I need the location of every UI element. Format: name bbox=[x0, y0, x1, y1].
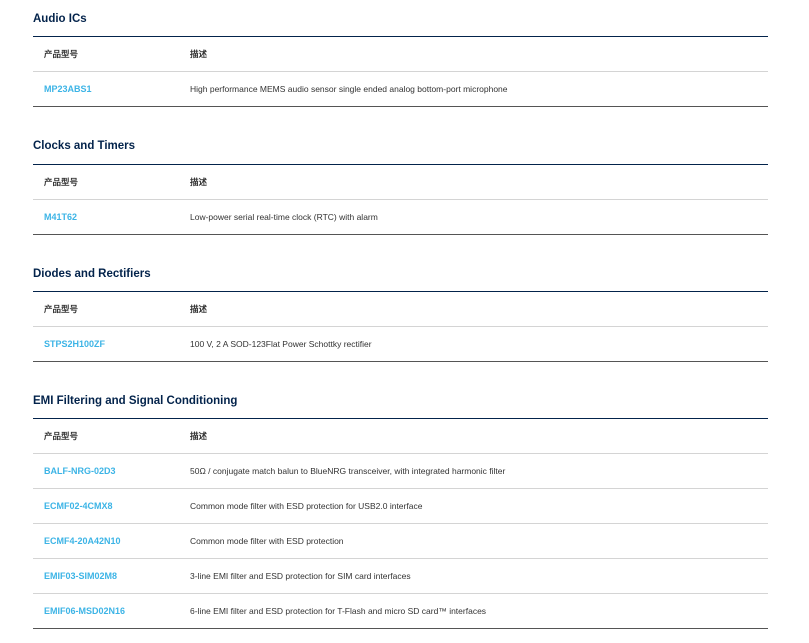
part-number-link[interactable]: BALF-NRG-02D3 bbox=[44, 454, 116, 488]
column-header-part-number: 产品型号 bbox=[44, 304, 79, 314]
table-header-row: 产品型号 描述 bbox=[33, 419, 768, 454]
part-number-link[interactable]: M41T62 bbox=[44, 200, 77, 234]
section-audio-ics: Audio ICs 产品型号 描述 MP23ABS1 High performa… bbox=[33, 11, 768, 107]
section-title: EMI Filtering and Signal Conditioning bbox=[33, 395, 238, 407]
section-title: Audio ICs bbox=[33, 13, 87, 25]
column-header-part-number: 产品型号 bbox=[44, 177, 79, 187]
table-row: M41T62 Low-power serial real-time clock … bbox=[33, 200, 768, 235]
column-header-description: 描述 bbox=[190, 304, 208, 314]
section-emi-filtering: EMI Filtering and Signal Conditioning 产品… bbox=[33, 393, 768, 629]
column-header-part-number: 产品型号 bbox=[44, 431, 79, 441]
part-number-link[interactable]: STPS2H100ZF bbox=[44, 327, 105, 361]
product-table: 产品型号 描述 M41T62 Low-power serial real-tim… bbox=[33, 164, 768, 235]
column-header-part-number: 产品型号 bbox=[44, 49, 79, 59]
part-description: Common mode filter with ESD protection bbox=[190, 536, 344, 546]
part-number-link[interactable]: EMIF03-SIM02M8 bbox=[44, 559, 117, 593]
product-table: 产品型号 描述 BALF-NRG-02D3 50Ω / conjugate ma… bbox=[33, 418, 768, 629]
product-table: 产品型号 描述 MP23ABS1 High performance MEMS a… bbox=[33, 36, 768, 107]
table-row: ECMF02-4CMX8 Common mode filter with ESD… bbox=[33, 489, 768, 524]
product-table: 产品型号 描述 STPS2H100ZF 100 V, 2 A SOD-123Fl… bbox=[33, 291, 768, 362]
column-header-description: 描述 bbox=[190, 431, 208, 441]
section-diodes-and-rectifiers: Diodes and Rectifiers 产品型号 描述 STPS2H100Z… bbox=[33, 266, 768, 362]
part-description: 50Ω / conjugate match balun to BlueNRG t… bbox=[190, 466, 506, 476]
section-clocks-and-timers: Clocks and Timers 产品型号 描述 M41T62 Low-pow… bbox=[33, 138, 768, 235]
table-header-row: 产品型号 描述 bbox=[33, 37, 768, 72]
column-header-description: 描述 bbox=[190, 49, 208, 59]
part-description: 100 V, 2 A SOD-123Flat Power Schottky re… bbox=[190, 339, 372, 349]
section-title: Diodes and Rectifiers bbox=[33, 268, 151, 280]
part-description: 6-line EMI filter and ESD protection for… bbox=[190, 606, 487, 616]
table-row: EMIF03-SIM02M8 3-line EMI filter and ESD… bbox=[33, 559, 768, 594]
table-row: STPS2H100ZF 100 V, 2 A SOD-123Flat Power… bbox=[33, 327, 768, 362]
part-description: High performance MEMS audio sensor singl… bbox=[190, 84, 508, 94]
part-description: Low-power serial real-time clock (RTC) w… bbox=[190, 212, 378, 222]
table-header-row: 产品型号 描述 bbox=[33, 292, 768, 327]
part-description: Common mode filter with ESD protection f… bbox=[190, 501, 423, 511]
part-number-link[interactable]: EMIF06-MSD02N16 bbox=[44, 594, 125, 628]
table-row: EMIF06-MSD02N16 6-line EMI filter and ES… bbox=[33, 594, 768, 629]
part-number-link[interactable]: MP23ABS1 bbox=[44, 72, 92, 106]
part-number-link[interactable]: ECMF4-20A42N10 bbox=[44, 524, 121, 558]
table-row: ECMF4-20A42N10 Common mode filter with E… bbox=[33, 524, 768, 559]
table-header-row: 产品型号 描述 bbox=[33, 165, 768, 200]
section-title: Clocks and Timers bbox=[33, 140, 136, 152]
part-description: 3-line EMI filter and ESD protection for… bbox=[190, 571, 411, 581]
part-number-link[interactable]: ECMF02-4CMX8 bbox=[44, 489, 113, 523]
table-row: BALF-NRG-02D3 50Ω / conjugate match balu… bbox=[33, 454, 768, 489]
table-row: MP23ABS1 High performance MEMS audio sen… bbox=[33, 72, 768, 107]
column-header-description: 描述 bbox=[190, 177, 208, 187]
